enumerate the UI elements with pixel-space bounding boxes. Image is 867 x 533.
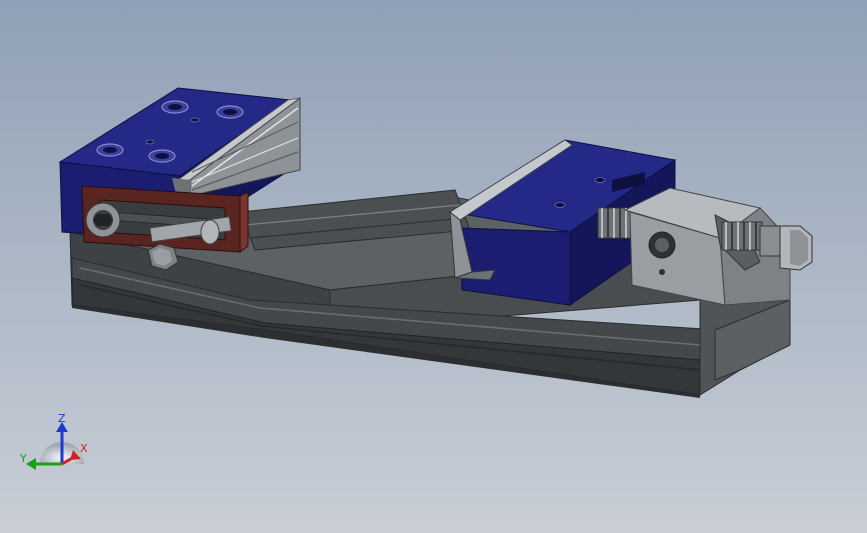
compression-spring-right <box>721 221 763 251</box>
compression-spring-left <box>597 207 635 239</box>
x-axis-label: X <box>80 442 88 455</box>
socket-head-screw <box>85 202 121 238</box>
y-axis-label: Y <box>19 452 27 465</box>
coordinate-triad[interactable]: Z X Y <box>18 412 98 478</box>
z-axis-label: Z <box>58 412 66 425</box>
end-block-hole <box>648 231 676 259</box>
graphics-viewport[interactable]: Z X Y <box>0 0 867 533</box>
vise-model[interactable] <box>0 0 867 533</box>
